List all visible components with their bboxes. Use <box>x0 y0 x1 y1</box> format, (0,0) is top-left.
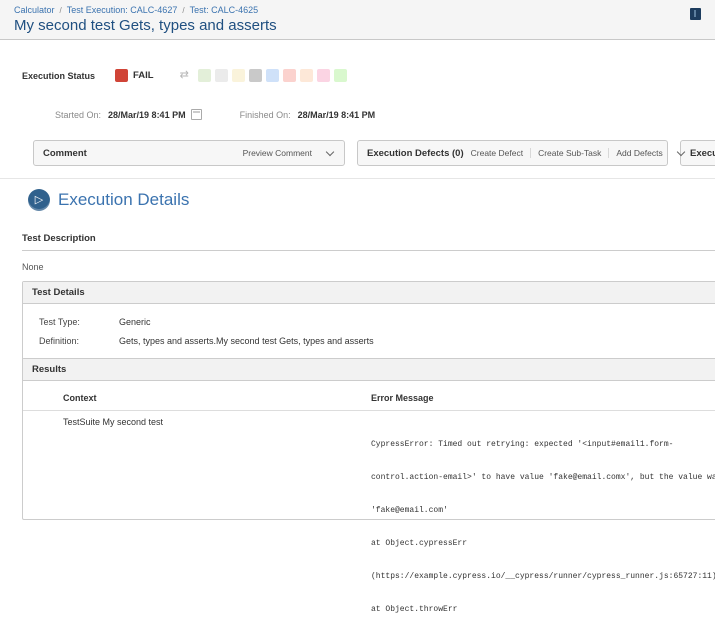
play-circle-icon: ▷ <box>28 189 50 211</box>
error-line: (https://example.cypress.io/__cypress/ru… <box>371 571 715 582</box>
results-panel-title: Results <box>23 359 715 381</box>
execution-defects-panel-title: Execution Defects (0) <box>367 148 464 159</box>
breadcrumb-project-link[interactable]: Calculator <box>14 5 55 15</box>
execution-defects-panel-header[interactable]: Execution Defects (0) Create Defect Crea… <box>357 140 668 166</box>
test-description-section: Test Description None <box>22 233 715 272</box>
add-defects-button[interactable]: Add Defects <box>608 148 669 158</box>
breadcrumb: Calculator / Test Execution: CALC-4627 / Tes… <box>14 5 258 15</box>
breadcrumb-separator: / <box>60 6 62 15</box>
test-description-value: None <box>22 262 715 272</box>
execution-details-heading: ▷ Execution Details <box>28 189 189 211</box>
results-table-header: Context Error Message <box>23 381 715 411</box>
result-error-message: CypressError: Timed out retrying: expect… <box>371 417 715 637</box>
create-defect-button[interactable]: Create Defect <box>464 148 530 158</box>
comment-panel-header[interactable]: Comment Preview Comment <box>33 140 345 166</box>
error-message-column-header: Error Message <box>371 393 715 403</box>
change-status-arrows-icon[interactable]: ⇄ <box>180 69 189 82</box>
table-row: TestSuite My second test CypressError: T… <box>23 411 715 637</box>
calendar-icon[interactable] <box>191 109 202 120</box>
definition-row: Definition: Gets, types and asserts.My s… <box>23 332 715 351</box>
error-line: control.action-email>' to have value 'fa… <box>371 472 715 483</box>
times-row: Started On: 28/Mar/19 8:41 PM Finished O… <box>55 109 375 120</box>
results-panel: Results Context Error Message TestSuite … <box>22 358 715 520</box>
comment-panel-title: Comment <box>43 148 87 159</box>
finished-on-value[interactable]: 28/Mar/19 8:41 PM <box>298 110 376 120</box>
execution-details-title: Execution Details <box>58 190 189 210</box>
create-sub-task-button[interactable]: Create Sub-Task <box>530 148 608 158</box>
execution-evidence-panel-title: Execution Evidence <box>690 148 715 159</box>
status-option-swatch[interactable] <box>198 69 211 82</box>
status-option-swatch[interactable] <box>249 69 262 82</box>
error-line: CypressError: Timed out retrying: expect… <box>371 439 715 450</box>
section-divider <box>0 178 715 179</box>
breadcrumb-test-link[interactable]: Test: CALC-4625 <box>190 5 259 15</box>
test-type-value: Generic <box>119 317 151 327</box>
test-type-row: Test Type: Generic <box>23 313 715 332</box>
pin-icon[interactable] <box>690 8 701 20</box>
execution-status-row: Execution Status FAIL ⇄ <box>22 69 347 82</box>
breadcrumb-test-execution-link[interactable]: Test Execution: CALC-4627 <box>67 5 178 15</box>
status-option-swatch[interactable] <box>266 69 279 82</box>
error-line: at Object.cypressErr <box>371 538 715 549</box>
fail-color-swatch <box>115 69 128 82</box>
result-context-value: TestSuite My second test <box>23 417 371 637</box>
status-option-swatch[interactable] <box>215 69 228 82</box>
page-title: My second test Gets, types and asserts <box>14 17 277 34</box>
started-on-value[interactable]: 28/Mar/19 8:41 PM <box>108 110 186 120</box>
error-line: 'fake@email.com' <box>371 505 715 516</box>
definition-label: Definition: <box>39 336 119 346</box>
test-type-label: Test Type: <box>39 317 119 327</box>
collapsed-panels-row: Comment Preview Comment Execution Defect… <box>33 140 715 166</box>
context-column-header: Context <box>23 393 371 403</box>
test-details-panel: Test Details Test Type: Generic Definiti… <box>22 281 715 364</box>
started-on-label: Started On: <box>55 110 101 120</box>
execution-status-label: Execution Status <box>22 71 95 81</box>
chevron-down-icon[interactable] <box>326 147 334 155</box>
test-details-panel-title: Test Details <box>23 282 715 304</box>
preview-comment-button[interactable]: Preview Comment <box>236 148 319 158</box>
status-options <box>198 69 347 82</box>
definition-value: Gets, types and asserts.My second test G… <box>119 336 374 346</box>
page-header: Calculator / Test Execution: CALC-4627 / Tes… <box>0 0 715 40</box>
status-option-swatch[interactable] <box>300 69 313 82</box>
status-badge[interactable]: FAIL <box>115 69 154 82</box>
status-option-swatch[interactable] <box>283 69 296 82</box>
error-line: at Object.throwErr <box>371 604 715 615</box>
test-description-title: Test Description <box>22 233 715 251</box>
finished-on-label: Finished On: <box>240 110 291 120</box>
breadcrumb-separator: / <box>182 6 184 15</box>
status-option-swatch[interactable] <box>334 69 347 82</box>
status-value: FAIL <box>133 70 154 81</box>
execution-evidence-panel-header[interactable]: Execution Evidence <box>680 140 715 166</box>
status-option-swatch[interactable] <box>232 69 245 82</box>
status-option-swatch[interactable] <box>317 69 330 82</box>
